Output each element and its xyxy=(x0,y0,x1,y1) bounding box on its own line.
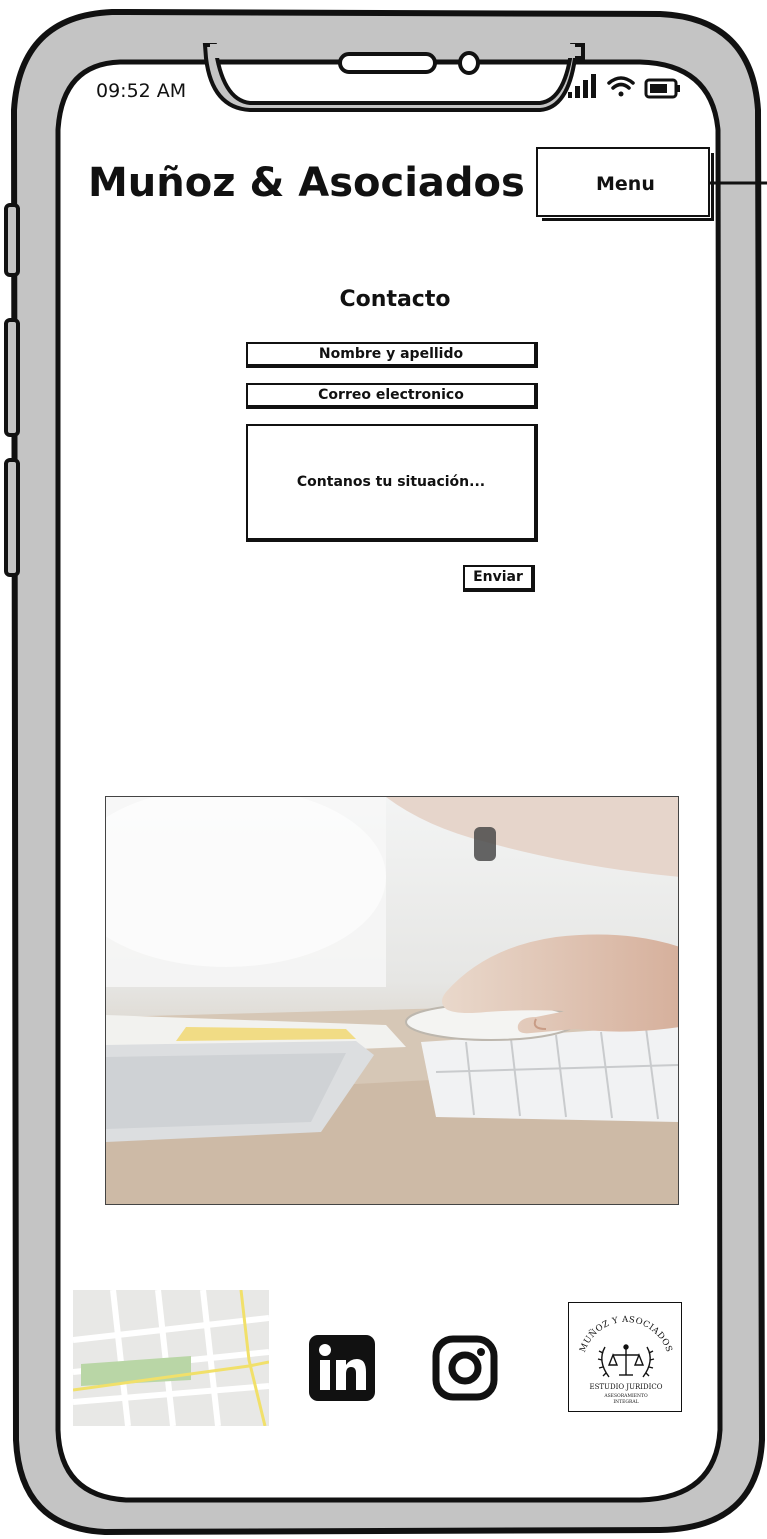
firm-logo: MUÑOZ Y ASOCIADOS ESTUDIO JURIDICO ASESO… xyxy=(568,1302,682,1412)
menu-button[interactable]: Menu xyxy=(536,147,714,221)
status-time: 09:52 AM xyxy=(96,80,187,102)
contact-title: Contacto xyxy=(339,287,451,312)
email-field[interactable]: Correo electronico xyxy=(246,383,538,409)
signal-icon xyxy=(568,74,596,98)
status-icons xyxy=(568,74,680,99)
menu-label: Menu xyxy=(596,173,655,195)
logo-line2: ASESORAMIENTO xyxy=(603,1393,648,1399)
message-placeholder: Contanos tu situación... xyxy=(296,474,486,490)
name-field[interactable]: Nombre y apellido xyxy=(246,342,538,368)
logo-line1: ESTUDIO JURIDICO xyxy=(589,1383,662,1391)
brand-title: Muñoz & Asociados xyxy=(88,160,525,206)
instagram-icon[interactable] xyxy=(432,1335,498,1401)
scales-icon xyxy=(607,1344,645,1376)
battery-icon xyxy=(644,78,680,99)
submit-button[interactable]: Enviar xyxy=(463,565,535,592)
logo-line3: INTEGRAL xyxy=(613,1399,638,1405)
message-field[interactable]: Contanos tu situación... xyxy=(246,424,538,542)
map-thumbnail[interactable] xyxy=(73,1290,269,1426)
hero-photo xyxy=(105,796,679,1205)
wifi-icon xyxy=(607,76,635,97)
linkedin-icon[interactable] xyxy=(309,1335,375,1401)
